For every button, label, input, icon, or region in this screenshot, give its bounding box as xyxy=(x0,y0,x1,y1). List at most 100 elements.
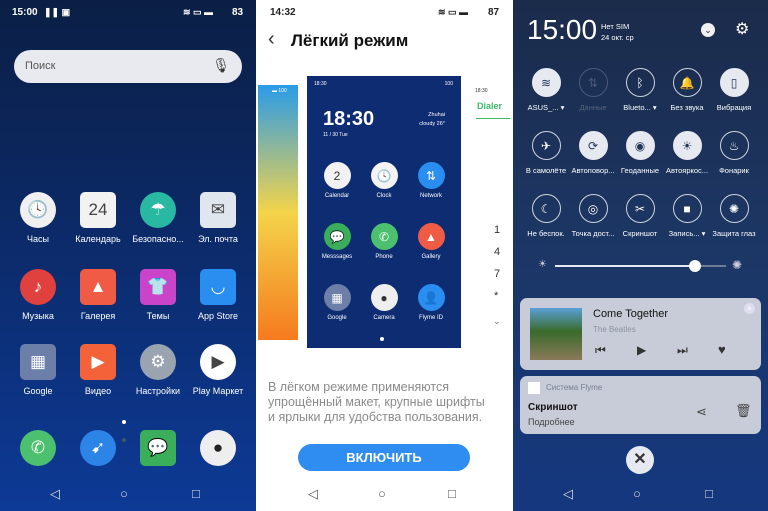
home-button[interactable]: ○ xyxy=(378,486,386,501)
preview-app: ▦ Google xyxy=(315,284,359,321)
tile-flashlight[interactable]: ♨ Фонарик xyxy=(709,131,759,175)
collapse-chevron-icon[interactable]: ⌄ xyxy=(701,23,715,37)
easy-mode-screen: 14:32 ≋ ▭ ▬ 87 ‹ Лёгкий режим ▬ 100 18:3… xyxy=(258,0,510,511)
preview-app-label: Clock xyxy=(376,193,392,199)
easy-mode-description: В лёгком режиме применяются упрощённый м… xyxy=(268,380,485,424)
dialer-key: * xyxy=(494,290,499,302)
dock-item-3[interactable]: ● xyxy=(188,430,248,472)
app-label: Google xyxy=(23,386,53,396)
play-icon[interactable]: ▶ xyxy=(637,343,646,357)
dock-item-0[interactable]: ✆ xyxy=(8,430,68,472)
tile-bell[interactable]: 🔔 Без звука xyxy=(662,68,712,112)
recents-button[interactable]: □ xyxy=(448,486,456,501)
tile-hotspot[interactable]: ◎ Точка дост... xyxy=(568,194,618,238)
tile-label: Данные xyxy=(579,103,607,112)
app-6[interactable]: 👕 Темы xyxy=(128,269,188,321)
preview-app-icon: ▲ xyxy=(417,223,445,250)
app-9[interactable]: ▶ Видео xyxy=(68,344,128,396)
tile-wifi[interactable]: ≋ ASUS_... ▾ xyxy=(521,68,571,112)
next-track-icon[interactable]: ⏭ xyxy=(677,343,688,358)
app-8[interactable]: ▦ Google xyxy=(8,344,68,396)
settings-icon: ⚙ xyxy=(140,344,176,380)
app-4[interactable]: ♪ Музыка xyxy=(8,269,68,321)
preview-app-label: Camera xyxy=(373,315,395,321)
album-art xyxy=(530,308,582,360)
tile-mobile-data[interactable]: ⇅ Данные xyxy=(568,68,618,112)
preview-clock: 18:30 xyxy=(323,108,375,130)
search-input[interactable]: Поиск 🎙 xyxy=(14,50,242,83)
share-icon[interactable]: ⋖ xyxy=(696,404,707,420)
app-2[interactable]: ☂ Безопасно... xyxy=(128,192,188,244)
mobile-data-icon: ⇅ xyxy=(578,68,608,97)
tile-moon[interactable]: ☾ Не беспок. xyxy=(521,194,571,238)
heart-icon[interactable]: ♥ xyxy=(718,342,726,357)
video-icon: ▶ xyxy=(80,344,116,380)
notification-title: Скриншот xyxy=(528,402,578,413)
back-button[interactable]: ◁ xyxy=(50,486,60,502)
recents-button[interactable]: □ xyxy=(192,486,200,501)
gear-icon[interactable]: ⚙ xyxy=(735,19,749,39)
home-button[interactable]: ○ xyxy=(120,486,128,501)
recents-button[interactable]: □ xyxy=(705,486,713,501)
app-11[interactable]: ▶ Play Маркет xyxy=(188,344,248,396)
preview-app-icon: 2 xyxy=(323,162,351,189)
app-1[interactable]: 24 Календарь xyxy=(68,192,128,244)
nav-bar: ◁ ○ □ xyxy=(513,486,768,502)
preview-card-left[interactable]: ▬ 100 xyxy=(258,85,298,340)
app-7[interactable]: ◡ App Store xyxy=(188,269,248,321)
preview-app-label: Messsages xyxy=(321,254,353,260)
back-button[interactable]: ◁ xyxy=(563,486,573,502)
brightness-slider[interactable] xyxy=(555,260,726,272)
app-10[interactable]: ⚙ Настройки xyxy=(128,344,188,396)
gallery-icon: ▲ xyxy=(80,269,116,305)
tile-location[interactable]: ◉ Геоданные xyxy=(615,131,665,175)
close-icon[interactable]: × xyxy=(744,303,755,314)
tile-airplane[interactable]: ✈ В самолёте xyxy=(521,131,571,175)
tile-label: Автояркос... xyxy=(665,166,709,175)
battery-level: 87 xyxy=(488,7,500,18)
tile-label: Автоповор... xyxy=(571,166,615,175)
tile-rotate[interactable]: ⟳ Автоповор... xyxy=(568,131,618,175)
umbrella-icon: ☂ xyxy=(140,192,176,228)
flashlight-icon: ♨ xyxy=(719,131,749,160)
phone-icon: ✆ xyxy=(20,430,56,466)
enable-button[interactable]: ВКЛЮЧИТЬ xyxy=(298,444,470,471)
app-label: Календарь xyxy=(75,234,121,244)
preview-app-label: Calendar xyxy=(324,193,350,199)
vibration-icon: ▯ xyxy=(719,68,749,97)
chevron-down-icon[interactable]: ⌄ xyxy=(493,316,501,327)
tile-vibration[interactable]: ▯ Вибрация xyxy=(709,68,759,112)
clear-all-button[interactable]: ✕ xyxy=(626,446,654,474)
screenshot-notification[interactable]: Система Flyme Скриншот Подробнее ⋖ 🗑 xyxy=(520,376,761,434)
preview-app: ● Camera xyxy=(362,284,406,321)
tile-eye-protect[interactable]: ✺ Защита глаз xyxy=(709,194,759,238)
app-3[interactable]: ✉ Эл. почта xyxy=(188,192,248,244)
tile-bluetooth[interactable]: ᛒ Blueto... ▾ xyxy=(615,68,665,112)
dock-item-1[interactable]: ➹ xyxy=(68,430,128,472)
back-arrow-icon[interactable]: ‹ xyxy=(268,28,275,51)
app-5[interactable]: ▲ Галерея xyxy=(68,269,128,321)
notification-subtitle[interactable]: Подробнее xyxy=(528,417,575,427)
mic-icon[interactable]: 🎙 xyxy=(212,57,230,74)
clock-icon: 🕓 xyxy=(20,192,56,228)
back-button[interactable]: ◁ xyxy=(308,486,318,502)
tile-auto-brightness[interactable]: ☀ Автояркос... xyxy=(662,131,712,175)
trash-icon[interactable]: 🗑 xyxy=(735,403,752,419)
preview-app-label: Phone xyxy=(375,254,393,260)
dock-item-2[interactable]: 💬 xyxy=(128,430,188,472)
home-button[interactable]: ○ xyxy=(633,486,641,501)
tile-screen-record[interactable]: ■ Запись... ▾ xyxy=(662,194,712,238)
app-0[interactable]: 🕓 Часы xyxy=(8,192,68,244)
track-title: Come Together xyxy=(593,308,669,320)
preview-app-icon: 👤 xyxy=(417,284,445,311)
music-card[interactable]: Come Together The Beatles × ⏮ ▶ ⏭ ♥ xyxy=(520,298,761,370)
preview-card-easy[interactable]: 18:30 100 18:30 11 / 30 Tue Zhuhai cloud… xyxy=(307,76,461,348)
previous-track-icon[interactable]: ⏮ xyxy=(595,343,606,358)
preview-app-label: Flyme ID xyxy=(419,315,443,321)
preview-app-icon: ✆ xyxy=(370,223,398,250)
tile-scissors[interactable]: ✂ Скриншот xyxy=(615,194,665,238)
app-label: Видео xyxy=(84,386,112,396)
dialer-label: Dialer xyxy=(477,101,503,111)
hotspot-icon: ◎ xyxy=(578,194,608,223)
preview-card-dialer[interactable]: 18:30 Dialer 1 4 7 * ⌄ xyxy=(470,85,510,340)
